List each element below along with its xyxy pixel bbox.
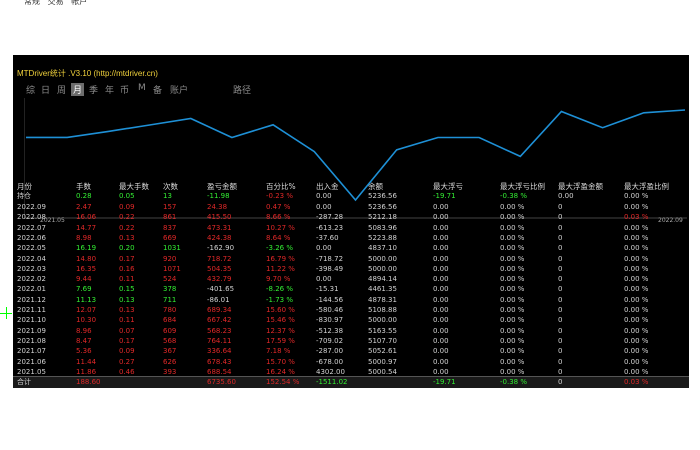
crosshair-v xyxy=(6,307,7,319)
holding-cell-max-float-loss-ratio: -0.38 % xyxy=(500,192,527,200)
menu-item-general[interactable]: 常规 xyxy=(24,0,40,6)
tab-account[interactable]: 账户 xyxy=(170,83,188,96)
menu-item-trade[interactable]: 交易 xyxy=(48,0,64,6)
total-cell-lots: 188.60 xyxy=(76,378,101,386)
title-bar: MTDriver统计 .V3.10 (http://mtdriver.cn) xyxy=(13,67,689,80)
total-cell-percent: 152.54 % xyxy=(266,378,300,386)
tab-day[interactable]: 日 xyxy=(41,83,50,96)
total-cell-max-float-profit-ratio: 0.03 % xyxy=(624,378,649,386)
holding-cell-deposit: 0.00 xyxy=(316,192,332,200)
holding-cell-max-float-profit: 0.00 xyxy=(558,192,574,200)
period-toolbar: 综 日 周 月 季 年 币 M 备 账户 路径 xyxy=(13,82,689,97)
menu-item-account[interactable]: 帐户 xyxy=(71,0,87,6)
total-cell-deposit: -1511.02 xyxy=(316,378,348,386)
holding-cell-count: 13 xyxy=(163,192,172,200)
total-cell-max-float-loss-ratio: -0.38 % xyxy=(500,378,527,386)
tab-currency[interactable]: 币 xyxy=(120,83,129,96)
tab-month[interactable]: 月 xyxy=(71,83,85,96)
total-cell-max-float-profit: 0 xyxy=(558,378,563,386)
holding-cell-pnl: -11.98 xyxy=(207,192,230,200)
holding-cell-balance: 5236.56 xyxy=(368,192,397,200)
total-cell-month: 合计 xyxy=(17,378,31,386)
host-window-top: 常规 交易 帐户 xyxy=(0,0,700,55)
total-cell-max-float-loss: -19.71 xyxy=(433,378,456,386)
holding-cell-month: 持仓 xyxy=(17,192,31,200)
total-row[interactable]: 合计 188.60 6735.60 152.54 % -1511.02 -19.71 -0.… xyxy=(13,376,689,388)
mtdriver-stats-window: MTDriver统计 .V3.10 (http://mtdriver.cn) 综… xyxy=(13,55,689,388)
tab-quarter[interactable]: 季 xyxy=(89,83,98,96)
tab-year[interactable]: 年 xyxy=(105,83,114,96)
total-cell-pnl: 6735.60 xyxy=(207,378,236,386)
tab-magic[interactable]: M xyxy=(138,83,146,93)
holding-cell-max-float-profit-ratio: 0.00 % xyxy=(624,192,649,200)
tab-path[interactable]: 路径 xyxy=(233,83,251,96)
holding-row[interactable]: 持仓 0.28 0.05 13 -11.98 -0.23 % 0.00 5236.56 -19.… xyxy=(13,191,689,202)
host-menu: 常规 交易 帐户 xyxy=(24,0,87,7)
tab-note[interactable]: 备 xyxy=(153,83,162,96)
holding-cell-max-lots: 0.05 xyxy=(119,192,135,200)
holding-cell-percent: -0.23 % xyxy=(266,192,293,200)
holding-cell-lots: 0.28 xyxy=(76,192,92,200)
holding-cell-max-float-loss: -19.71 xyxy=(433,192,456,200)
tab-overview[interactable]: 综 xyxy=(26,83,35,96)
tab-week[interactable]: 周 xyxy=(57,83,66,96)
window-title: MTDriver统计 .V3.10 (http://mtdriver.cn) xyxy=(17,69,158,78)
